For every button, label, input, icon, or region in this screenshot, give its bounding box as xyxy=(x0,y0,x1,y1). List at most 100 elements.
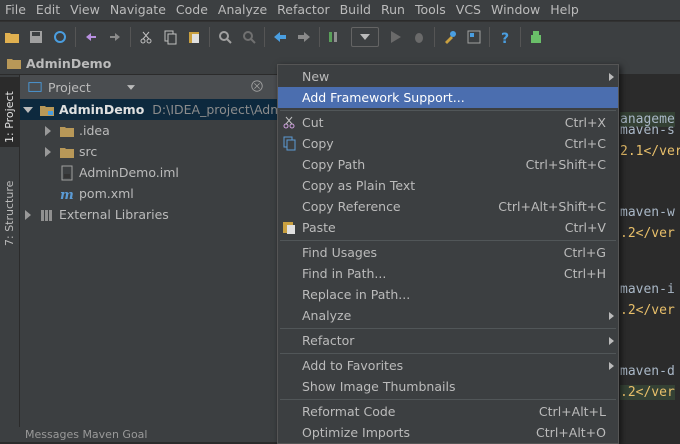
menu-item-copy-path[interactable]: Copy Path Ctrl+Shift+C xyxy=(278,154,618,175)
copy-button[interactable] xyxy=(160,27,180,47)
menu-item-copy[interactable]: Copy Ctrl+C xyxy=(278,133,618,154)
menu-window[interactable]: Window xyxy=(486,0,545,20)
menu-edit[interactable]: Edit xyxy=(31,0,65,20)
menu-item-cut[interactable]: Cut Ctrl+X xyxy=(278,112,618,133)
code-line: .2</ver xyxy=(620,385,675,400)
menu-item-add-framework-support[interactable]: Add Framework Support... xyxy=(278,87,618,108)
menu-item-paste[interactable]: Paste Ctrl+V xyxy=(278,217,618,238)
expand-arrow-right-icon[interactable] xyxy=(23,209,33,220)
tree-node[interactable]: AdminDemo.iml xyxy=(20,162,301,183)
menu-file[interactable]: File xyxy=(0,0,31,20)
menu-item-analyze[interactable]: Analyze xyxy=(278,305,618,326)
module-folder-icon xyxy=(39,102,55,118)
tab-structure-label: 7: Structure xyxy=(3,180,16,246)
tree-node-root[interactable]: AdminDemo D:\IDEA_project\Admin xyxy=(20,99,294,120)
settings-button[interactable] xyxy=(440,27,460,47)
menu-item-label: Refactor xyxy=(302,333,355,348)
tab-structure[interactable]: 7: Structure xyxy=(0,170,19,250)
cut-button[interactable] xyxy=(136,27,156,47)
run-button[interactable] xyxy=(385,27,405,47)
project-tool-window: Project AdminDemo D:\IDEA_project\Admin .i… xyxy=(20,75,294,442)
tree-node-label: AdminDemo xyxy=(59,102,145,117)
android-icon xyxy=(531,31,541,43)
folder-icon xyxy=(59,144,75,160)
view-selector[interactable]: Project xyxy=(22,77,141,97)
android-button[interactable] xyxy=(526,27,546,47)
menu-item-label: Cut xyxy=(302,115,324,130)
menu-view[interactable]: View xyxy=(65,0,105,20)
sync-icon xyxy=(54,31,66,43)
redo-button[interactable] xyxy=(105,27,125,47)
toolbar-separator xyxy=(520,27,521,47)
submenu-arrow-icon xyxy=(609,311,614,320)
menu-item-copy-reference[interactable]: Copy Reference Ctrl+Alt+Shift+C xyxy=(278,196,618,217)
menu-help[interactable]: Help xyxy=(545,0,584,20)
submenu-arrow-icon xyxy=(609,336,614,345)
menu-build[interactable]: Build xyxy=(335,0,376,20)
expand-arrow-down-icon[interactable] xyxy=(23,105,33,115)
menu-run[interactable]: Run xyxy=(376,0,410,20)
menu-item-copy-as-plain-text[interactable]: Copy as Plain Text xyxy=(278,175,618,196)
help-button[interactable]: ? xyxy=(495,27,515,47)
menu-item-add-to-favorites[interactable]: Add to Favorites xyxy=(278,355,618,376)
menu-code[interactable]: Code xyxy=(171,0,213,20)
debug-button[interactable] xyxy=(409,27,429,47)
find-button[interactable] xyxy=(215,27,235,47)
folder-icon xyxy=(7,59,21,69)
code-line: maven-d xyxy=(620,364,675,379)
copy-icon xyxy=(164,30,177,45)
menu-item-shortcut: Ctrl+Alt+O xyxy=(536,425,606,440)
open-folder-button[interactable] xyxy=(2,27,22,47)
tree-node[interactable]: .idea xyxy=(20,120,301,141)
breadcrumb-project[interactable]: AdminDemo xyxy=(0,55,111,71)
undo-button[interactable] xyxy=(81,27,101,47)
undo-icon xyxy=(86,33,96,41)
menu-separator xyxy=(280,240,616,241)
back-button[interactable] xyxy=(270,27,290,47)
menu-item-new[interactable]: New xyxy=(278,66,618,87)
tool-window-bar-left: 1: Project 7: Structure xyxy=(0,75,20,442)
menu-vcs[interactable]: VCS xyxy=(451,0,486,20)
svg-text:?: ? xyxy=(501,31,509,45)
tree-node-label: External Libraries xyxy=(59,207,169,222)
save-button[interactable] xyxy=(26,27,46,47)
tree-node-root[interactable]: External Libraries xyxy=(20,204,281,225)
replace-button[interactable] xyxy=(239,27,259,47)
collapse-all-icon xyxy=(251,80,263,92)
menu-item-refactor[interactable]: Refactor xyxy=(278,330,618,351)
menu-item-shortcut: Ctrl+H xyxy=(563,266,606,281)
play-icon xyxy=(391,31,401,43)
paste-icon xyxy=(189,32,199,43)
submenu-arrow-icon xyxy=(609,72,614,81)
menu-item-reformat-code[interactable]: Reformat Code Ctrl+Alt+L xyxy=(278,401,618,422)
menu-item-find-usages[interactable]: Find Usages Ctrl+G xyxy=(278,242,618,263)
bottom-tabs-label: Messages Maven Goal xyxy=(25,428,148,441)
menu-item-find-in-path[interactable]: Find in Path... Ctrl+H xyxy=(278,263,618,284)
tab-project[interactable]: 1: Project xyxy=(0,77,19,147)
tree-node[interactable]: src xyxy=(20,141,301,162)
expand-arrow-right-icon[interactable] xyxy=(43,125,53,136)
arrow-left-icon xyxy=(274,32,286,42)
menu-item-shortcut: Ctrl+Shift+C xyxy=(525,157,606,172)
menu-tools[interactable]: Tools xyxy=(410,0,451,20)
menu-refactor[interactable]: Refactor xyxy=(272,0,334,20)
sync-button[interactable] xyxy=(50,27,70,47)
panel-settings-button[interactable] xyxy=(250,79,266,95)
make-project-button[interactable] xyxy=(325,27,345,47)
expand-arrow-right-icon[interactable] xyxy=(43,146,53,157)
chevron-down-icon xyxy=(126,84,135,90)
paste-button[interactable] xyxy=(184,27,204,47)
menu-analyze[interactable]: Analyze xyxy=(213,0,272,20)
folder-icon xyxy=(59,123,75,139)
menu-item-show-image-thumbnails[interactable]: Show Image Thumbnails xyxy=(278,376,618,397)
menu-item-replace-in-path[interactable]: Replace in Path... xyxy=(278,284,618,305)
menu-navigate[interactable]: Navigate xyxy=(105,0,171,20)
run-configuration-select[interactable] xyxy=(351,27,379,47)
project-view-icon xyxy=(28,82,42,92)
tree-node-label: AdminDemo.iml xyxy=(79,165,179,180)
tree-node[interactable]: m pom.xml xyxy=(20,183,301,204)
search-icon xyxy=(219,31,232,44)
menu-item-optimize-imports[interactable]: Optimize Imports Ctrl+Alt+O xyxy=(278,422,618,443)
forward-button[interactable] xyxy=(294,27,314,47)
project-structure-button[interactable] xyxy=(464,27,484,47)
